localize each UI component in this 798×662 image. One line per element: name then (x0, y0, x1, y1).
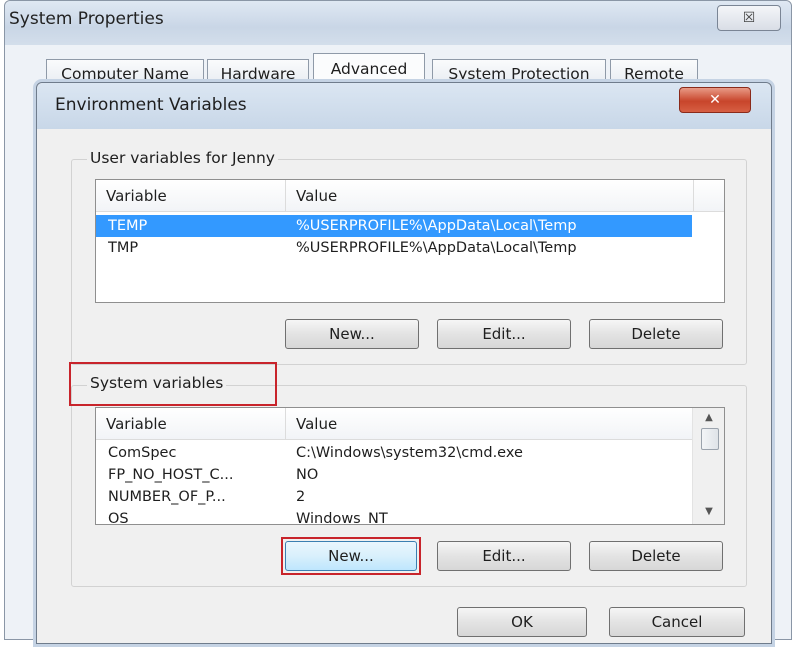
variable-value: %USERPROFILE%\AppData\Local\Temp (296, 240, 577, 256)
system-properties-titlebar[interactable]: System Properties ☒ (5, 1, 791, 45)
table-row[interactable]: NUMBER_OF_P... 2 (96, 486, 692, 508)
user-new-button[interactable]: New... (285, 319, 419, 349)
scrollbar-thumb[interactable] (701, 428, 719, 450)
column-header-variable[interactable]: Variable (96, 180, 286, 211)
environment-variables-dialog: Environment Variables ✕ User variables f… (36, 82, 772, 644)
table-row[interactable]: ComSpec C:\Windows\system32\cmd.exe (96, 442, 692, 464)
system-delete-button[interactable]: Delete (589, 541, 723, 571)
close-icon: ☒ (742, 10, 756, 26)
close-button[interactable]: ☒ (717, 5, 781, 31)
column-header-variable[interactable]: Variable (96, 408, 286, 439)
variable-name: OS (108, 511, 129, 525)
system-variables-highlight (69, 362, 277, 406)
table-row[interactable]: TMP %USERPROFILE%\AppData\Local\Temp (96, 237, 692, 259)
vertical-scrollbar[interactable]: ▲ ▼ (692, 408, 724, 524)
list-header: Variable Value (96, 180, 724, 212)
window-title: System Properties (9, 9, 164, 29)
new-button-highlight (281, 537, 421, 575)
table-row[interactable]: FP_NO_HOST_C... NO (96, 464, 692, 486)
variable-value: Windows_NT (296, 511, 388, 525)
variable-name: ComSpec (108, 445, 177, 461)
column-header-value[interactable]: Value (286, 180, 694, 211)
cancel-button[interactable]: Cancel (609, 607, 745, 637)
variable-value: C:\Windows\system32\cmd.exe (296, 445, 523, 461)
dialog-titlebar[interactable]: Environment Variables ✕ (37, 83, 771, 129)
system-edit-button[interactable]: Edit... (437, 541, 571, 571)
close-icon: ✕ (709, 92, 721, 108)
variable-value: 2 (296, 489, 306, 505)
user-variables-label: User variables for Jenny (87, 149, 278, 167)
variable-value: %USERPROFILE%\AppData\Local\Temp (296, 218, 577, 234)
variable-name: TMP (108, 240, 139, 256)
user-edit-button[interactable]: Edit... (437, 319, 571, 349)
scroll-up-icon[interactable]: ▲ (693, 410, 724, 426)
system-variables-list[interactable]: Variable Value ComSpec C:\Windows\system… (95, 407, 725, 525)
user-variables-list[interactable]: Variable Value TEMP %USERPROFILE%\AppDat… (95, 179, 725, 303)
ok-button[interactable]: OK (457, 607, 587, 637)
table-row[interactable]: OS Windows_NT (96, 508, 692, 525)
variable-name: FP_NO_HOST_C... (108, 467, 234, 483)
scroll-down-icon[interactable]: ▼ (693, 504, 724, 520)
table-row[interactable]: TEMP %USERPROFILE%\AppData\Local\Temp (96, 215, 692, 237)
column-header-value[interactable]: Value (286, 408, 692, 439)
list-header: Variable Value (96, 408, 692, 440)
dialog-title: Environment Variables (55, 95, 247, 115)
variable-name: NUMBER_OF_P... (108, 489, 226, 505)
variable-value: NO (296, 467, 319, 483)
user-delete-button[interactable]: Delete (589, 319, 723, 349)
variable-name: TEMP (108, 218, 148, 234)
dialog-close-button[interactable]: ✕ (679, 87, 751, 113)
